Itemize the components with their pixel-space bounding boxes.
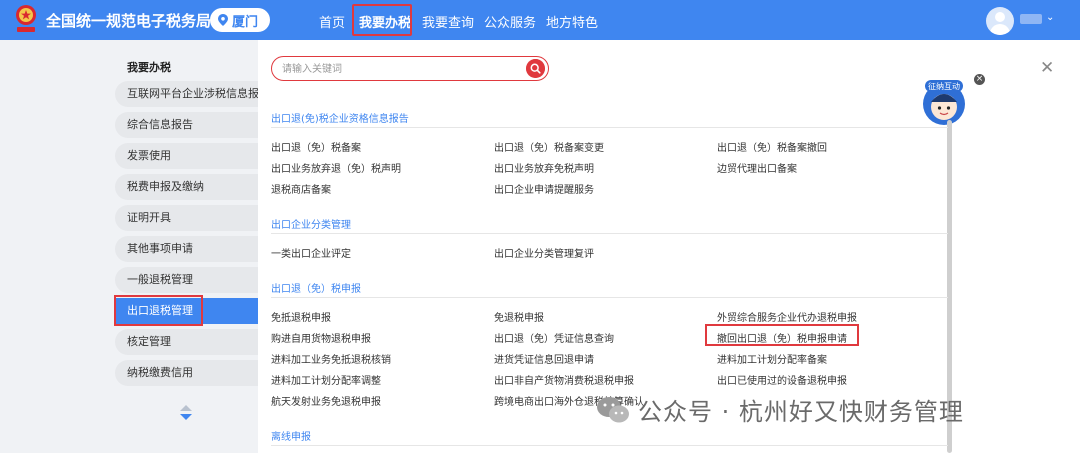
close-icon[interactable]: ✕ (1040, 58, 1054, 78)
nav-local-features[interactable]: 地方特色 (546, 12, 598, 31)
menu-link[interactable]: 进货凭证信息回退申请 (494, 351, 594, 366)
menu-link[interactable]: 免退税申报 (494, 309, 544, 324)
sidebar-active-highlight (114, 295, 203, 326)
sidebar-item-other-apply[interactable]: 其他事项申请 (115, 236, 258, 262)
menu-link[interactable]: 退税商店备案 (271, 181, 331, 196)
location-pin-icon (218, 14, 228, 26)
badge-close-icon[interactable]: × (974, 74, 985, 85)
scroll-down-icon[interactable] (180, 414, 192, 420)
menu-link[interactable]: 一类出口企业评定 (271, 245, 351, 260)
menu-link[interactable]: 出口企业申请提醒服务 (494, 181, 594, 196)
sidebar-item-general-refund[interactable]: 一般退税管理 (115, 267, 258, 293)
menu-link[interactable]: 出口业务放弃退（免）税声明 (271, 160, 401, 175)
section-divider (271, 233, 948, 234)
sidebar-item-platform-report[interactable]: 互联网平台企业涉税信息报送 (115, 81, 258, 107)
menu-link[interactable]: 进料加工计划分配率调整 (271, 372, 381, 387)
service-mascot-icon[interactable]: 征纳互动 (922, 78, 966, 126)
sidebar-item-assessment[interactable]: 核定管理 (115, 329, 258, 355)
mascot-label: 征纳互动 (928, 81, 960, 91)
menu-link[interactable]: 外贸综合服务企业代办退税申报 (717, 309, 857, 324)
top-header: 全国统一规范电子税务局 厦门 首页 我要办税 我要查询 公众服务 地方特色 ⌄ (0, 0, 1080, 40)
menu-link[interactable]: 免抵退税申报 (271, 309, 331, 324)
search-input[interactable] (282, 60, 522, 78)
menu-link[interactable]: 出口业务放弃免税声明 (494, 160, 594, 175)
menu-link[interactable]: 购进自用货物退税申报 (271, 330, 371, 345)
menu-link[interactable]: 航天发射业务免退税申报 (271, 393, 381, 408)
search-box (271, 56, 549, 81)
wechat-icon (597, 396, 629, 422)
section-title-offline: 离线申报 (271, 432, 311, 443)
section-title-refund-declaration: 出口退（免）税申报 (271, 284, 361, 295)
site-title: 全国统一规范电子税务局 (46, 12, 212, 30)
menu-link[interactable]: 出口退（免）税备案变更 (494, 139, 604, 154)
tax-emblem-icon (16, 5, 36, 32)
sidebar-title: 我要办税 (127, 61, 171, 74)
city-selector[interactable]: 厦门 (210, 8, 270, 32)
section-divider (271, 297, 948, 298)
search-icon[interactable] (526, 59, 545, 78)
menu-link[interactable]: 出口退（免）税备案撤回 (717, 139, 827, 154)
section-title-qualification: 出口退(免)税企业资格信息报告 (271, 114, 409, 125)
section-divider (271, 445, 948, 446)
watermark: 公众号 · 杭州好又快财务管理 (596, 392, 964, 427)
menu-link-highlight (705, 324, 859, 346)
scroll-up-icon[interactable] (180, 405, 192, 411)
watermark-text: 公众号 · 杭州好又快财务管理 (638, 398, 964, 426)
sidebar: 我要办税 互联网平台企业涉税信息报送 综合信息报告 发票使用 税费申报及缴纳 证… (0, 40, 258, 453)
menu-link[interactable]: 出口非自产货物消费税退税申报 (494, 372, 634, 387)
sidebar-item-tax-declaration[interactable]: 税费申报及缴纳 (115, 174, 258, 200)
menu-link[interactable]: 进料加工计划分配率备案 (717, 351, 827, 366)
user-avatar[interactable] (986, 7, 1014, 35)
sidebar-item-info-report[interactable]: 综合信息报告 (115, 112, 258, 138)
menu-link[interactable]: 出口退（免）税备案 (271, 139, 361, 154)
nav-home[interactable]: 首页 (319, 12, 345, 31)
menu-link[interactable]: 出口已使用过的设备退税申报 (717, 372, 847, 387)
menu-link[interactable]: 出口退（免）凭证信息查询 (494, 330, 614, 345)
avatar-body-icon (990, 24, 1010, 35)
user-name-blurred (1020, 14, 1042, 24)
city-label: 厦门 (232, 14, 259, 30)
menu-link[interactable]: 边贸代理出口备案 (717, 160, 797, 175)
sidebar-item-certificate[interactable]: 证明开具 (115, 205, 258, 231)
section-title-classification: 出口企业分类管理 (271, 220, 351, 231)
avatar-head-icon (995, 12, 1005, 22)
section-divider (271, 127, 948, 128)
menu-link[interactable]: 进料加工业务免抵退税核销 (271, 351, 391, 366)
sidebar-item-credit[interactable]: 纳税缴费信用 (115, 360, 258, 386)
nav-public-service[interactable]: 公众服务 (484, 12, 536, 31)
nav-active-highlight (352, 4, 412, 36)
menu-link[interactable]: 出口企业分类管理复评 (494, 245, 594, 260)
chevron-down-icon[interactable]: ⌄ (1046, 12, 1054, 23)
sidebar-item-invoice[interactable]: 发票使用 (115, 143, 258, 169)
nav-query[interactable]: 我要查询 (422, 12, 474, 31)
